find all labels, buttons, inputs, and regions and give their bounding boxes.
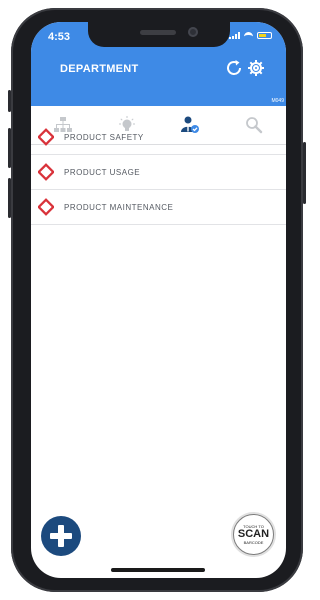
app-header: DEPARTMENT M049 — [31, 48, 286, 106]
notch — [88, 22, 230, 47]
gear-icon[interactable] — [245, 57, 267, 79]
wifi-icon — [244, 32, 253, 39]
home-indicator[interactable] — [111, 568, 205, 572]
add-button[interactable] — [41, 516, 81, 556]
list-item-label: PRODUCT USAGE — [64, 167, 141, 177]
scan-barcode-button[interactable]: TOUCH TO SCAN BARCODE — [233, 514, 274, 555]
page-title: DEPARTMENT — [60, 63, 139, 75]
list-item[interactable]: PRODUCT MAINTENANCE — [31, 190, 286, 225]
side-button-volume-up — [8, 128, 11, 168]
list-item[interactable]: PRODUCT SAFETY — [31, 120, 286, 155]
side-button-volume-down — [8, 178, 11, 218]
diamond-icon — [38, 163, 54, 181]
refresh-icon[interactable] — [223, 57, 245, 79]
list-item-label: PRODUCT SAFETY — [64, 132, 144, 142]
list-item[interactable]: PRODUCT USAGE — [31, 155, 286, 190]
status-icons — [229, 32, 272, 39]
diamond-icon — [38, 128, 54, 146]
speaker-grille — [140, 30, 176, 35]
screen: 4:53 DEPARTMENT M049 PRODUCT SAFETY PROD… — [31, 22, 286, 578]
screen-code: M049 — [271, 98, 284, 104]
list-item-label: PRODUCT MAINTENANCE — [64, 202, 174, 212]
side-button-mute — [8, 90, 11, 112]
cellular-signal-icon — [229, 32, 240, 39]
plus-icon — [50, 525, 72, 547]
status-time: 4:53 — [48, 31, 71, 43]
scan-label: SCAN — [237, 528, 270, 540]
side-button-power — [303, 142, 306, 204]
department-list: PRODUCT SAFETY PRODUCT USAGE PRODUCT MAI… — [31, 120, 286, 225]
scan-bottom-label: BARCODE — [243, 540, 264, 545]
battery-icon — [257, 32, 272, 39]
front-camera — [188, 27, 198, 37]
diamond-icon — [38, 198, 54, 216]
